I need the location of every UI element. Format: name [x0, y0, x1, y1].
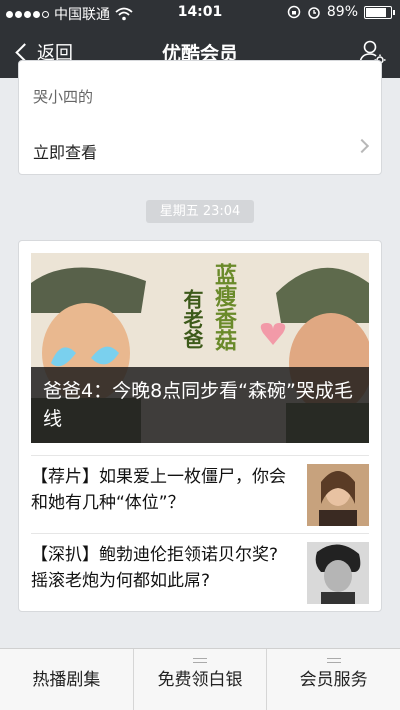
- menu-free-silver[interactable]: 免费领白银: [132, 649, 267, 710]
- battery-fill: [366, 7, 387, 17]
- card-snippet: 哭小四的: [33, 88, 94, 106]
- status-right: 89%: [287, 4, 395, 20]
- submenu-icon: [326, 658, 341, 663]
- bottom-menu: 热播剧集 免费领白银 会员服务: [0, 648, 400, 710]
- status-bar: 中国联通 14:01 89%: [0, 0, 400, 26]
- cover-article[interactable]: 蓝瘦香菇 有老爸 爸爸4：今晚8点同步看“森碗”哭成毛线: [31, 253, 369, 443]
- article-title: 【荐片】如果爱上一枚僵尸，你会和她有几种“体位”？: [31, 467, 286, 513]
- alarm-icon: [308, 7, 320, 19]
- article-thumbnail: [307, 464, 369, 526]
- menu-label: 免费领白银: [157, 670, 243, 690]
- battery-icon: [364, 5, 395, 19]
- battery-percent: 89%: [326, 4, 358, 20]
- article-list-item[interactable]: 【深扒】鲍勃迪伦拒领诺贝尔奖?摇滚老炮为何都如此屌?: [31, 533, 369, 611]
- timestamp-badge: 星期五 23:04: [146, 200, 254, 223]
- menu-label: 会员服务: [299, 670, 368, 690]
- submenu-icon: [193, 658, 207, 663]
- lock-rotation-icon: [287, 5, 301, 19]
- menu-member-service[interactable]: 会员服务: [266, 649, 400, 710]
- article-title: 【深扒】鲍勃迪伦拒领诺贝尔奖?摇滚老炮为何都如此屌?: [31, 545, 279, 591]
- chevron-right-icon: [354, 138, 370, 154]
- article-card: 蓝瘦香菇 有老爸 爸爸4：今晚8点同步看“森碗”哭成毛线 【荐片】如果爱上一枚僵…: [18, 240, 382, 612]
- article-list-item[interactable]: 【荐片】如果爱上一枚僵尸，你会和她有几种“体位”？: [31, 455, 369, 533]
- menu-hot-dramas[interactable]: 热播剧集: [0, 649, 133, 710]
- poster-subline: 有老爸: [180, 289, 204, 349]
- woman-portrait-image: [307, 464, 369, 526]
- message-card[interactable]: 哭小四的 立即查看: [18, 60, 382, 175]
- poster-headline: 蓝瘦香菇: [211, 263, 236, 351]
- article-thumbnail: [307, 542, 369, 604]
- man-portrait-bw-image: [307, 542, 369, 604]
- menu-label: 热播剧集: [32, 670, 101, 690]
- read-more-link[interactable]: 立即查看: [33, 139, 97, 163]
- cover-article-title: 爸爸4：今晚8点同步看“森碗”哭成毛线: [31, 367, 369, 443]
